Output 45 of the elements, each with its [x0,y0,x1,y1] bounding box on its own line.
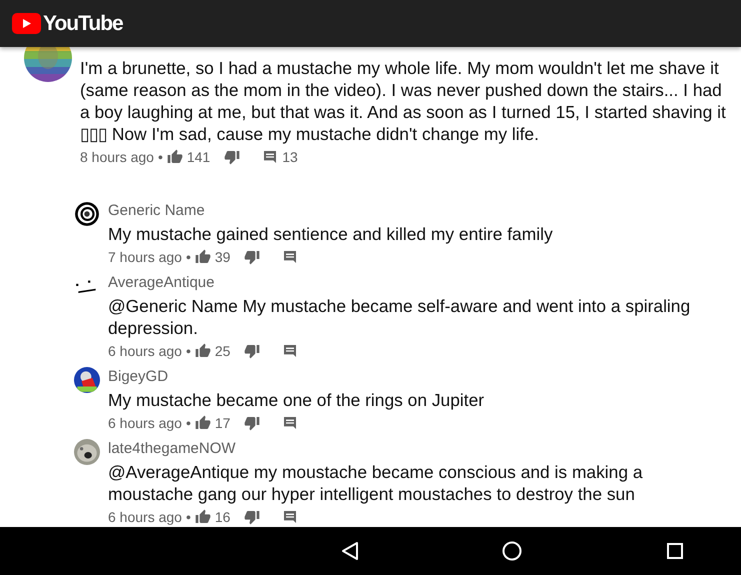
separator: • [186,415,191,431]
recent-apps-icon[interactable] [667,543,683,559]
thumb-up-icon[interactable] [194,415,211,431]
timestamp: 6 hours ago [108,415,182,431]
back-icon[interactable] [340,541,360,561]
comment-icon[interactable] [282,343,298,359]
timestamp: 8 hours ago [80,149,154,165]
comment-text: I'm a brunette, so I had a mustache my whole life. My mom wouldn't let me shave it (same reason as the mom in the video). I was never pushed down the stairs... I had a boy laughing at me, but that was it. And as soon as I turned 15, I started shaving it ▯▯▯ Now I'm sad, cause my mustache didn't change my life. [80,57,727,145]
comment-icon[interactable] [282,509,298,525]
comment-text: My mustache became one of the rings on Jupiter [108,389,486,411]
thumb-down-icon[interactable] [244,249,260,265]
thumb-down-icon[interactable] [244,415,260,431]
comment-text: @Generic Name My mustache became self-aware and went into a spiraling depression. [108,295,692,339]
author-name[interactable]: BigeyGD [108,365,168,389]
author-name[interactable]: Generic Name [108,199,205,223]
logo-text[interactable]: YouTube [43,12,123,36]
comment-icon[interactable] [282,415,298,431]
reply-count[interactable]: 13 [282,149,298,165]
timestamp: 7 hours ago [108,249,182,265]
thumb-down-icon[interactable] [244,509,260,525]
timestamp: 6 hours ago [108,343,182,359]
author-name[interactable]: AverageAntique [108,271,214,295]
play-logo-icon [12,13,41,34]
comment-icon[interactable] [262,149,278,165]
thumb-up-icon[interactable] [194,343,211,359]
separator: • [186,509,191,525]
thumb-up-icon[interactable] [194,249,211,265]
comment-text: @AverageAntique my moustache became conscious and is making a moustache gang our hyper intelligent moustaches to destroy the sun [108,461,644,505]
home-icon[interactable] [502,541,522,561]
separator: • [186,249,191,265]
like-count: 141 [186,149,210,165]
thumb-up-icon[interactable] [166,149,183,165]
author-name[interactable]: late4thegameNOW [108,437,236,461]
thumb-up-icon[interactable] [194,509,211,525]
separator: • [186,343,191,359]
comment-icon[interactable] [282,249,298,265]
like-count: 16 [214,509,230,525]
like-count: 17 [214,415,230,431]
like-count: 39 [214,249,230,265]
thumb-down-icon[interactable] [244,343,260,359]
thumb-down-icon[interactable] [224,149,240,165]
comment-text: My mustache gained sentience and killed my entire family [108,223,554,245]
timestamp: 6 hours ago [108,509,182,525]
like-count: 25 [214,343,230,359]
separator: • [158,149,163,165]
